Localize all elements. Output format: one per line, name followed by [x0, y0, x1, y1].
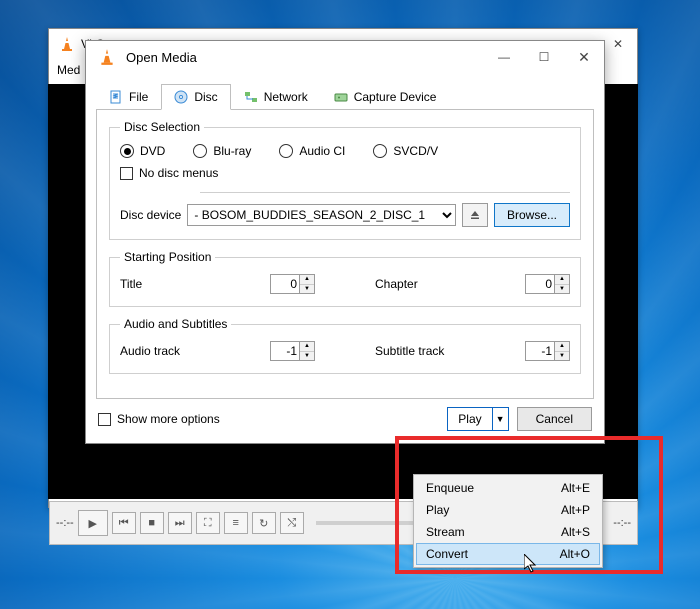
spinner-arrows-icon[interactable]: ▲▼	[300, 341, 315, 361]
dialog-title: Open Media	[126, 50, 197, 65]
dialog-close-button[interactable]: ✕	[564, 43, 604, 71]
dialog-maximize-button[interactable]: ☐	[524, 43, 564, 71]
no-disc-menus-label: No disc menus	[139, 166, 218, 180]
menu-item-shortcut: Alt+P	[561, 503, 590, 517]
disc-device-select[interactable]: - BOSOM_BUDDIES_SEASON_2_DISC_1	[187, 204, 456, 226]
radio-indicator-icon	[193, 144, 207, 158]
vlc-cone-icon	[59, 36, 75, 52]
divider	[200, 192, 570, 193]
random-button[interactable]: ⤭	[280, 512, 304, 534]
subtitle-track-spinner[interactable]: ▲▼	[525, 341, 570, 361]
tab-file[interactable]: File	[96, 84, 161, 110]
menu-item-label: Convert	[426, 547, 560, 561]
show-more-label: Show more options	[117, 412, 220, 426]
radio-svcd[interactable]: SVCD/V	[373, 144, 438, 158]
media-source-tabs: File Disc Network Capture Device	[96, 81, 594, 109]
audio-track-input[interactable]	[270, 341, 300, 361]
title-spinner[interactable]: ▲▼	[270, 274, 315, 294]
next-button[interactable]: ⏭	[168, 512, 192, 534]
fullscreen-button[interactable]: ⛶	[196, 512, 220, 534]
disc-icon	[174, 90, 188, 104]
total-time: --:--	[613, 517, 631, 529]
play-split-button[interactable]: Play ▼	[447, 407, 508, 431]
title-input[interactable]	[270, 274, 300, 294]
menu-item-play[interactable]: Play Alt+P	[416, 499, 600, 521]
disc-selection-group: Disc Selection DVD Blu-ray Audio CI SVCD…	[109, 120, 581, 240]
audio-subtitles-legend: Audio and Subtitles	[120, 317, 231, 331]
play-button-label: Play	[448, 412, 491, 426]
play-dropdown-arrow[interactable]: ▼	[492, 408, 508, 430]
starting-position-legend: Starting Position	[120, 250, 215, 264]
capture-icon	[334, 90, 348, 104]
disc-device-label: Disc device	[120, 208, 181, 222]
menu-item-label: Stream	[426, 525, 561, 539]
tab-network-label: Network	[264, 90, 308, 104]
tab-file-label: File	[129, 90, 148, 104]
menu-item-shortcut: Alt+S	[561, 525, 590, 539]
menu-item-shortcut: Alt+E	[561, 481, 590, 495]
browse-button[interactable]: Browse...	[494, 203, 570, 227]
spinner-arrows-icon[interactable]: ▲▼	[555, 341, 570, 361]
vlc-cone-icon	[98, 48, 116, 66]
open-media-dialog: Open Media — ☐ ✕ File Disc Network Captu…	[85, 40, 605, 444]
tab-disc[interactable]: Disc	[161, 84, 230, 110]
radio-dvd-label: DVD	[140, 144, 165, 158]
prev-button[interactable]: ⏮	[112, 512, 136, 534]
menu-item-enqueue[interactable]: Enqueue Alt+E	[416, 477, 600, 499]
radio-dvd[interactable]: DVD	[120, 144, 165, 158]
checkbox-icon	[120, 167, 133, 180]
cancel-button[interactable]: Cancel	[517, 407, 592, 431]
eject-icon	[469, 209, 481, 221]
show-more-options-checkbox[interactable]: Show more options	[98, 412, 220, 426]
tab-capture[interactable]: Capture Device	[321, 84, 450, 110]
chapter-label: Chapter	[375, 277, 418, 291]
title-label: Title	[120, 277, 142, 291]
menu-item-label: Enqueue	[426, 481, 561, 495]
radio-bluray-label: Blu-ray	[213, 144, 251, 158]
dialog-titlebar[interactable]: Open Media — ☐ ✕	[86, 41, 604, 73]
audio-subtitles-group: Audio and Subtitles Audio track ▲▼ Subti…	[109, 317, 581, 374]
no-disc-menus-checkbox[interactable]: No disc menus	[120, 166, 570, 180]
chapter-input[interactable]	[525, 274, 555, 294]
file-icon	[109, 90, 123, 104]
elapsed-time: --:--	[56, 517, 74, 529]
play-button[interactable]: ▶	[78, 510, 108, 536]
subtitle-track-input[interactable]	[525, 341, 555, 361]
disc-tab-panel: Disc Selection DVD Blu-ray Audio CI SVCD…	[96, 109, 594, 399]
starting-position-group: Starting Position Title ▲▼ Chapter ▲▼	[109, 250, 581, 307]
chapter-spinner[interactable]: ▲▼	[525, 274, 570, 294]
tab-network[interactable]: Network	[231, 84, 321, 110]
dialog-minimize-button[interactable]: —	[484, 43, 524, 71]
radio-indicator-icon	[373, 144, 387, 158]
spinner-arrows-icon[interactable]: ▲▼	[300, 274, 315, 294]
radio-audiocd[interactable]: Audio CI	[279, 144, 345, 158]
radio-bluray[interactable]: Blu-ray	[193, 144, 251, 158]
loop-button[interactable]: ↻	[252, 512, 276, 534]
network-icon	[244, 90, 258, 104]
stop-button[interactable]: ■	[140, 512, 164, 534]
play-action-menu: Enqueue Alt+E Play Alt+P Stream Alt+S Co…	[413, 474, 603, 568]
disc-selection-legend: Disc Selection	[120, 120, 204, 134]
main-close-button[interactable]: ✕	[613, 37, 623, 51]
menu-item-label: Play	[426, 503, 561, 517]
spinner-arrows-icon[interactable]: ▲▼	[555, 274, 570, 294]
menu-item-shortcut: Alt+O	[560, 547, 590, 561]
eject-button[interactable]	[462, 203, 488, 227]
radio-svcd-label: SVCD/V	[393, 144, 438, 158]
audio-track-spinner[interactable]: ▲▼	[270, 341, 315, 361]
audio-track-label: Audio track	[120, 344, 180, 358]
playlist-button[interactable]: ≡	[224, 512, 248, 534]
radio-indicator-icon	[120, 144, 134, 158]
checkbox-icon	[98, 413, 111, 426]
menu-item-convert[interactable]: Convert Alt+O	[416, 543, 600, 565]
tab-disc-label: Disc	[194, 90, 217, 104]
subtitle-track-label: Subtitle track	[375, 344, 444, 358]
menu-item-stream[interactable]: Stream Alt+S	[416, 521, 600, 543]
radio-audiocd-label: Audio CI	[299, 144, 345, 158]
radio-indicator-icon	[279, 144, 293, 158]
tab-capture-label: Capture Device	[354, 90, 437, 104]
